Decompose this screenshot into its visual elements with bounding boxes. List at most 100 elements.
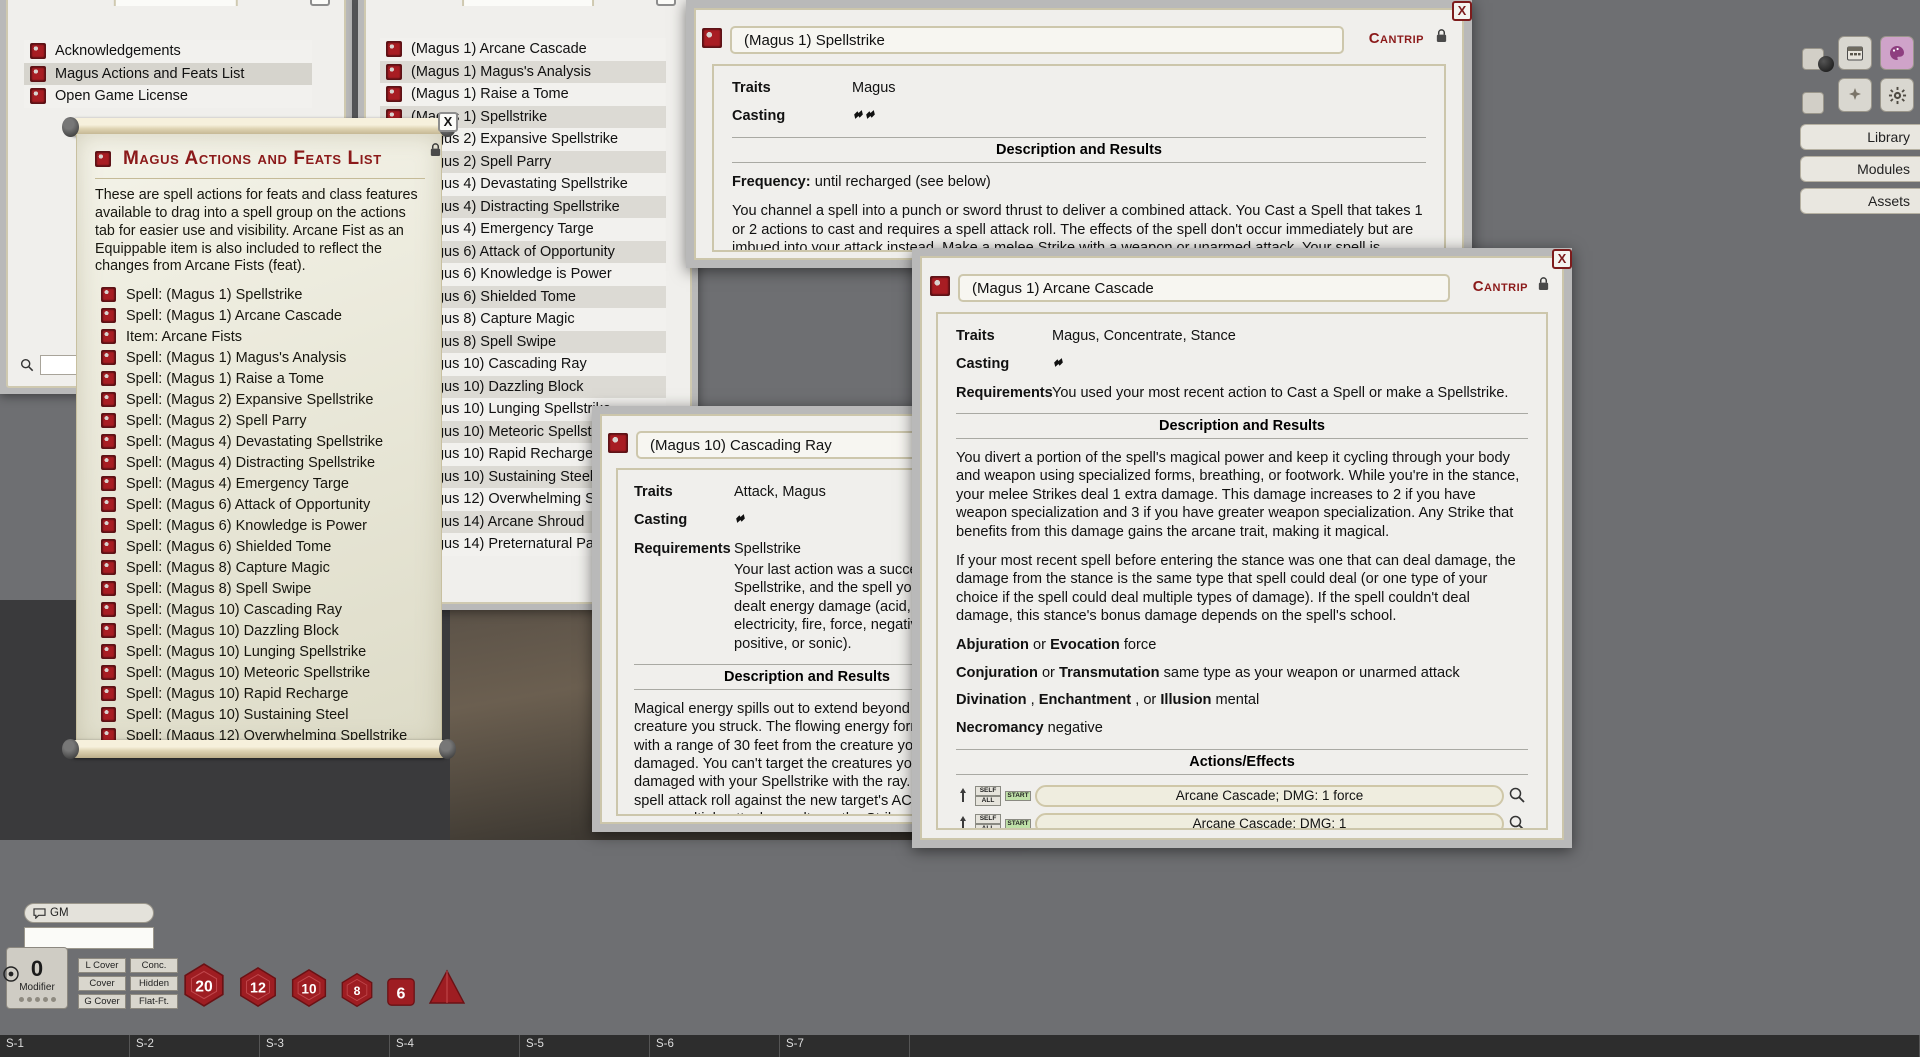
modifier-tag[interactable]: Hidden [130, 976, 178, 991]
die-d4[interactable] [422, 968, 472, 1013]
story-record-link[interactable]: Spell: (Magus 8) Spell Swipe [101, 578, 423, 599]
effect-timing-toggle[interactable]: START [1005, 790, 1031, 801]
target-icon[interactable] [2, 965, 20, 983]
story-list-item[interactable]: Acknowledgements [24, 40, 312, 63]
story-record-link[interactable]: Spell: (Magus 1) Raise a Tome [101, 368, 423, 389]
combat-icon-button[interactable] [1802, 92, 1824, 114]
effect-row[interactable]: SELF ALL START Arcane Cascade; DMG: 1 force [956, 784, 1528, 807]
turn-slot[interactable]: S-7 [780, 1035, 910, 1057]
story-record-close-button[interactable]: X [438, 112, 458, 132]
modifier-tag[interactable]: G Cover [78, 994, 126, 1009]
spell-list-item[interactable]: (Magus 1) Raise a Tome [380, 83, 666, 106]
story-list[interactable]: Acknowledgements Magus Actions and Feats… [24, 40, 312, 108]
turn-slot[interactable]: S-5 [520, 1035, 650, 1057]
chat-input[interactable] [24, 927, 154, 949]
story-record-link-list[interactable]: Spell: (Magus 1) Spellstrike Spell: (Magu… [77, 280, 441, 746]
spellstrike-record-window[interactable]: (Magus 1) Spellstrike Cantrip Traits Mag… [686, 0, 1472, 268]
magnifier-icon[interactable] [1508, 814, 1528, 828]
turn-order-bar[interactable]: S-1 S-2 S-3 S-4 S-5 S-6 S-7 [0, 1035, 1920, 1057]
story-record-link[interactable]: Spell: (Magus 6) Knowledge is Power [101, 515, 423, 536]
arcane-cascade-effects-list[interactable]: SELF ALL START Arcane Cascade; DMG: 1 force… [956, 784, 1528, 828]
effect-timing-toggle[interactable]: START [1005, 818, 1031, 828]
gear-icon-button[interactable] [1880, 78, 1914, 112]
story-entry-icon [30, 88, 46, 105]
sidebar-button-row-2[interactable] [1838, 78, 1914, 112]
story-record-link[interactable]: Spell: (Magus 1) Spellstrike [101, 284, 423, 305]
lock-icon[interactable] [429, 142, 442, 157]
palette-icon-button[interactable] [1880, 36, 1914, 70]
story-list-item-selected[interactable]: Magus Actions and Feats List [24, 62, 312, 85]
effect-label[interactable]: Arcane Cascade; DMG: 1 force [1035, 784, 1504, 807]
arcane-cascade-record-window[interactable]: (Magus 1) Arcane Cascade Cantrip Traits … [912, 248, 1572, 848]
turn-slot[interactable]: S-4 [390, 1035, 520, 1057]
story-record-link[interactable]: Spell: (Magus 10) Sustaining Steel [101, 704, 423, 725]
link-entry-icon [101, 371, 116, 387]
arcane-cascade-detail-pane: Traits Magus, Concentrate, Stance Castin… [936, 312, 1548, 830]
story-list-item[interactable]: Open Game License [24, 85, 312, 108]
sidebar-tab-list[interactable]: Library Modules Assets [1800, 124, 1920, 214]
die-d10[interactable]: 10 [284, 968, 334, 1013]
story-window-close-button[interactable]: X [310, 0, 330, 6]
effect-row[interactable]: SELF ALL START Arcane Cascade; DMG: 1 [956, 812, 1528, 828]
story-record-link[interactable]: Spell: (Magus 1) Magus's Analysis [101, 347, 423, 368]
calendar-icon [1847, 46, 1863, 61]
turn-slot[interactable]: S-1 [0, 1035, 130, 1057]
modifier-tag-grid[interactable]: L Cover Conc. Cover Hidden G Cover Flat-Ft. [78, 958, 178, 1009]
story-record-link[interactable]: Spell: (Magus 2) Spell Parry [101, 410, 423, 431]
dice-tray[interactable]: 20 12 10 8 6 [176, 962, 472, 1013]
drag-handle-icon[interactable] [956, 786, 971, 806]
effects-icon-button[interactable] [1838, 78, 1872, 112]
turn-slot[interactable]: S-3 [260, 1035, 390, 1057]
sidebar-tab-assets[interactable]: Assets [1800, 188, 1920, 214]
turn-slot[interactable]: S-6 [650, 1035, 780, 1057]
story-record-link[interactable]: Spell: (Magus 10) Cascading Ray [101, 599, 423, 620]
spellstrike-close-button[interactable]: X [1452, 1, 1472, 21]
story-record-link[interactable]: Spell: (Magus 2) Expansive Spellstrike [101, 389, 423, 410]
story-record-link[interactable]: Spell: (Magus 10) Meteoric Spellstrike [101, 662, 423, 683]
drag-handle-icon[interactable] [956, 814, 971, 828]
die-d20[interactable]: 20 [176, 962, 232, 1013]
story-record-link[interactable]: Spell: (Magus 6) Attack of Opportunity [101, 494, 423, 515]
modifier-tag[interactable]: Conc. [130, 958, 178, 973]
effect-target-toggle[interactable]: SELF ALL [975, 785, 1001, 806]
story-record-link[interactable]: Spell: (Magus 6) Shielded Tome [101, 536, 423, 557]
spell-list-item[interactable]: (Magus 1) Arcane Cascade [380, 38, 666, 61]
modifier-tag[interactable]: L Cover [78, 958, 126, 973]
story-record-link[interactable]: Item: Arcane Fists [101, 326, 423, 347]
story-record-link[interactable]: Spell: (Magus 8) Capture Magic [101, 557, 423, 578]
story-record-link[interactable]: Spell: (Magus 4) Distracting Spellstrike [101, 452, 423, 473]
link-entry-icon [101, 497, 116, 513]
modifier-tag[interactable]: Flat-Ft. [130, 994, 178, 1009]
sidebar-tab-modules[interactable]: Modules [1800, 156, 1920, 182]
sidebar-button-row-1[interactable] [1838, 36, 1914, 70]
effect-target-toggle[interactable]: SELF ALL [975, 813, 1001, 828]
lock-icon[interactable] [1435, 28, 1448, 43]
arcane-cascade-close-button[interactable]: X [1552, 249, 1572, 269]
story-record-link[interactable]: Spell: (Magus 4) Emergency Targe [101, 473, 423, 494]
die-d6[interactable]: 6 [380, 976, 422, 1013]
story-record-link[interactable]: Spell: (Magus 10) Dazzling Block [101, 620, 423, 641]
token-icon[interactable] [1818, 56, 1834, 72]
story-record-window[interactable]: Magus Actions and Feats List These are s… [62, 112, 458, 759]
spells-window-close-button[interactable]: X [656, 0, 676, 6]
magnifier-icon[interactable] [1508, 786, 1528, 806]
die-d8[interactable]: 8 [334, 972, 380, 1013]
spell-list-item[interactable]: (Magus 1) Magus's Analysis [380, 60, 666, 83]
story-record-link[interactable]: Spell: (Magus 1) Arcane Cascade [101, 305, 423, 326]
scroll-bottom-rod[interactable] [62, 739, 456, 759]
story-record-link-label: Spell: (Magus 1) Raise a Tome [126, 370, 324, 387]
modifier-tag[interactable]: Cover [78, 976, 126, 991]
sidebar-tab-library[interactable]: Library [1800, 124, 1920, 150]
effect-label[interactable]: Arcane Cascade; DMG: 1 [1035, 812, 1504, 828]
die-d12[interactable]: 12 [232, 966, 284, 1013]
gm-chat-toggle[interactable]: GM [24, 903, 154, 923]
story-record-link[interactable]: Spell: (Magus 10) Lunging Spellstrike [101, 641, 423, 662]
story-record-link[interactable]: Spell: (Magus 4) Devastating Spellstrike [101, 431, 423, 452]
spellstrike-name-field[interactable]: (Magus 1) Spellstrike [730, 26, 1344, 54]
calendar-icon-button[interactable] [1838, 36, 1872, 70]
arcane-cascade-name-field[interactable]: (Magus 1) Arcane Cascade [958, 274, 1450, 302]
lock-icon[interactable] [1537, 276, 1550, 291]
story-record-link[interactable]: Spell: (Magus 10) Rapid Recharge [101, 683, 423, 704]
turn-slot[interactable]: S-2 [130, 1035, 260, 1057]
requirements-value: Spellstrike [734, 541, 801, 557]
